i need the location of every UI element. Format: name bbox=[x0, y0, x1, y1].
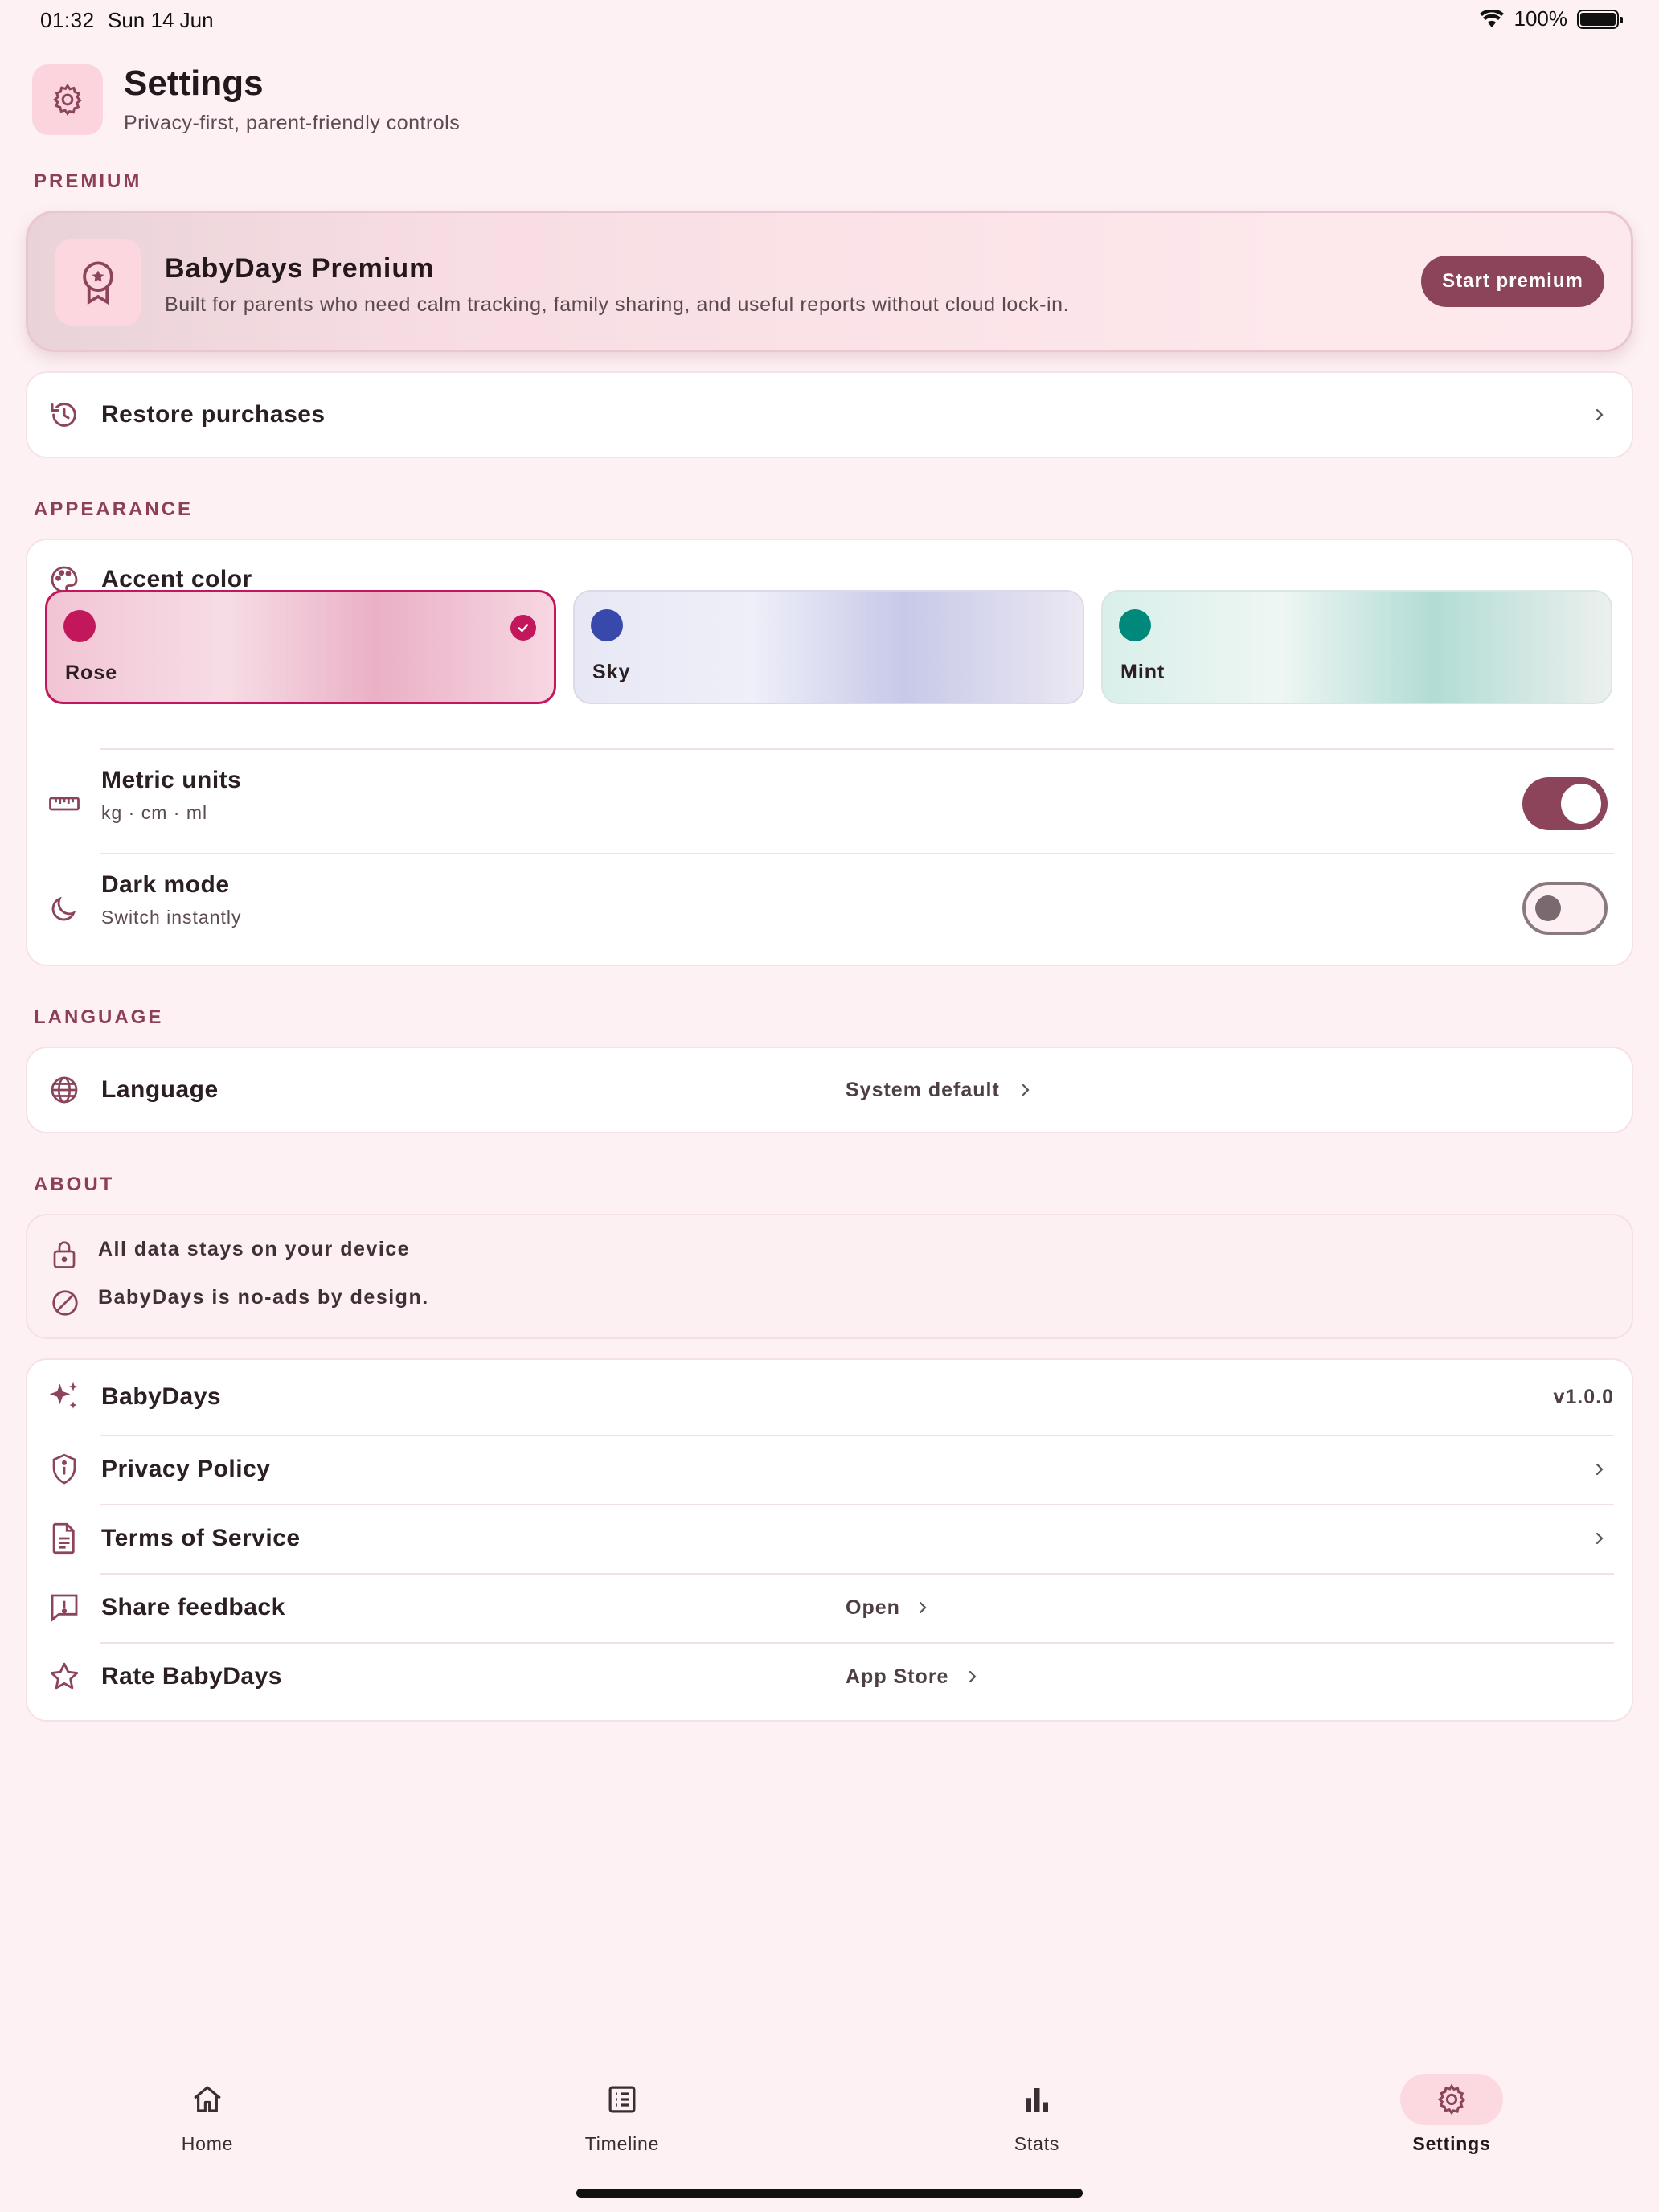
tab-settings[interactable]: Settings bbox=[1371, 2074, 1532, 2155]
app-name-label: BabyDays bbox=[101, 1383, 222, 1410]
battery-icon bbox=[1577, 9, 1623, 29]
home-indicator[interactable] bbox=[576, 2189, 1083, 2198]
chevron-right-icon bbox=[965, 1667, 981, 1686]
rate-app-label: Rate BabyDays bbox=[101, 1663, 282, 1690]
about-line-no-ads: BabyDays is no-ads by design. bbox=[98, 1286, 429, 1309]
accent-swatch-rose[interactable]: Rose bbox=[45, 590, 556, 704]
page-title: Settings bbox=[124, 63, 264, 104]
gear-icon bbox=[32, 64, 103, 135]
premium-description: Built for parents who need calm tracking… bbox=[165, 293, 1070, 316]
swatch-name: Mint bbox=[1120, 661, 1165, 683]
dark-mode-toggle[interactable] bbox=[1522, 882, 1608, 935]
section-label-language: LANGUAGE bbox=[34, 1006, 164, 1028]
home-icon bbox=[190, 2083, 224, 2116]
shield-info-icon bbox=[47, 1452, 82, 1487]
share-feedback-row[interactable]: Share feedback Open bbox=[27, 1574, 1632, 1641]
dark-mode-label: Dark mode bbox=[101, 871, 230, 898]
swatch-name: Sky bbox=[592, 661, 631, 683]
no-ads-icon bbox=[50, 1288, 80, 1318]
dark-mode-row: Dark mode Switch instantly bbox=[27, 860, 1632, 956]
tab-timeline[interactable]: Timeline bbox=[542, 2074, 703, 2155]
about-info-card: All data stays on your device BabyDays i… bbox=[26, 1214, 1633, 1339]
section-label-about: ABOUT bbox=[34, 1174, 115, 1195]
accent-swatch-mint[interactable]: Mint bbox=[1101, 590, 1612, 704]
section-label-premium: PREMIUM bbox=[34, 170, 142, 192]
terms-of-service-row[interactable]: Terms of Service bbox=[27, 1505, 1632, 1572]
tab-stats[interactable]: Stats bbox=[956, 2074, 1117, 2155]
tab-bar: Home Timeline Stats Settings bbox=[0, 2058, 1659, 2186]
bar-chart-icon bbox=[1020, 2083, 1054, 2116]
share-feedback-value: Open bbox=[846, 1596, 900, 1619]
lock-icon bbox=[50, 1238, 79, 1270]
language-label: Language bbox=[101, 1076, 219, 1103]
feedback-icon bbox=[47, 1590, 82, 1625]
start-premium-button[interactable]: Start premium bbox=[1421, 256, 1604, 307]
status-right: 100% bbox=[1479, 6, 1623, 31]
privacy-policy-label: Privacy Policy bbox=[101, 1456, 271, 1482]
status-date: Sun 14 Jun bbox=[108, 8, 214, 32]
share-feedback-label: Share feedback bbox=[101, 1594, 285, 1620]
metric-units-toggle[interactable] bbox=[1522, 777, 1608, 830]
ruler-icon bbox=[47, 786, 82, 821]
globe-icon bbox=[47, 1072, 82, 1108]
links-card: BabyDays v1.0.0 Privacy Policy Terms of … bbox=[26, 1358, 1633, 1722]
tab-label: Timeline bbox=[584, 2133, 660, 2154]
list-icon bbox=[605, 2083, 639, 2116]
sparkles-icon bbox=[47, 1379, 82, 1415]
metric-units-row: Metric units kg · cm · ml bbox=[27, 756, 1632, 852]
gear-icon bbox=[1435, 2083, 1469, 2116]
premium-title: BabyDays Premium bbox=[165, 253, 435, 284]
about-line-privacy: All data stays on your device bbox=[98, 1238, 411, 1260]
wifi-icon bbox=[1479, 9, 1505, 29]
accent-swatch-sky[interactable]: Sky bbox=[573, 590, 1084, 704]
metric-units-label: Metric units bbox=[101, 767, 242, 793]
chevron-right-icon bbox=[1591, 1460, 1608, 1479]
active-tab-indicator bbox=[1400, 2074, 1503, 2125]
document-icon bbox=[47, 1521, 82, 1556]
terms-of-service-label: Terms of Service bbox=[101, 1525, 301, 1551]
check-icon bbox=[510, 615, 536, 641]
tab-home[interactable]: Home bbox=[127, 2074, 288, 2155]
language-row[interactable]: Language System default bbox=[26, 1047, 1633, 1133]
chevron-right-icon bbox=[1591, 1529, 1608, 1548]
rose-color-dot bbox=[63, 610, 96, 642]
premium-card: BabyDays Premium Built for parents who n… bbox=[26, 211, 1633, 352]
star-icon bbox=[47, 1659, 82, 1694]
restore-purchases-row[interactable]: Restore purchases bbox=[26, 371, 1633, 458]
rate-app-row[interactable]: Rate BabyDays App Store bbox=[27, 1643, 1632, 1710]
mint-color-dot bbox=[1119, 609, 1151, 641]
sky-color-dot bbox=[591, 609, 623, 641]
tab-label: Settings bbox=[1412, 2133, 1491, 2154]
page-header: Settings Privacy-first, parent-friendly … bbox=[32, 63, 461, 135]
dark-mode-sub: Switch instantly bbox=[101, 907, 242, 928]
chevron-right-icon bbox=[1591, 405, 1608, 424]
page-subtitle: Privacy-first, parent-friendly controls bbox=[124, 111, 461, 134]
tab-label: Stats bbox=[1014, 2133, 1060, 2154]
moon-icon bbox=[47, 891, 82, 926]
divider bbox=[100, 853, 1614, 854]
restore-purchases-label: Restore purchases bbox=[101, 401, 326, 428]
status-time: 01:32 bbox=[40, 8, 95, 32]
chevron-right-icon bbox=[1018, 1080, 1034, 1100]
tab-label: Home bbox=[181, 2133, 234, 2154]
history-icon bbox=[47, 397, 82, 432]
status-bar: 01:32 Sun 14 Jun 100% bbox=[0, 0, 1659, 39]
battery-percent: 100% bbox=[1514, 6, 1568, 31]
divider bbox=[100, 748, 1614, 750]
rate-app-value: App Store bbox=[846, 1665, 949, 1688]
chevron-right-icon bbox=[915, 1598, 931, 1617]
language-value: System default bbox=[846, 1078, 1000, 1101]
accent-color-label: Accent color bbox=[101, 566, 252, 592]
award-badge-icon bbox=[55, 239, 141, 326]
app-version-value: v1.0.0 bbox=[1553, 1385, 1614, 1408]
app-version-row: BabyDays v1.0.0 bbox=[27, 1365, 1632, 1429]
privacy-policy-row[interactable]: Privacy Policy bbox=[27, 1436, 1632, 1503]
swatch-name: Rose bbox=[65, 662, 118, 684]
section-label-appearance: APPEARANCE bbox=[34, 498, 194, 520]
metric-units-sub: kg · cm · ml bbox=[101, 802, 208, 823]
